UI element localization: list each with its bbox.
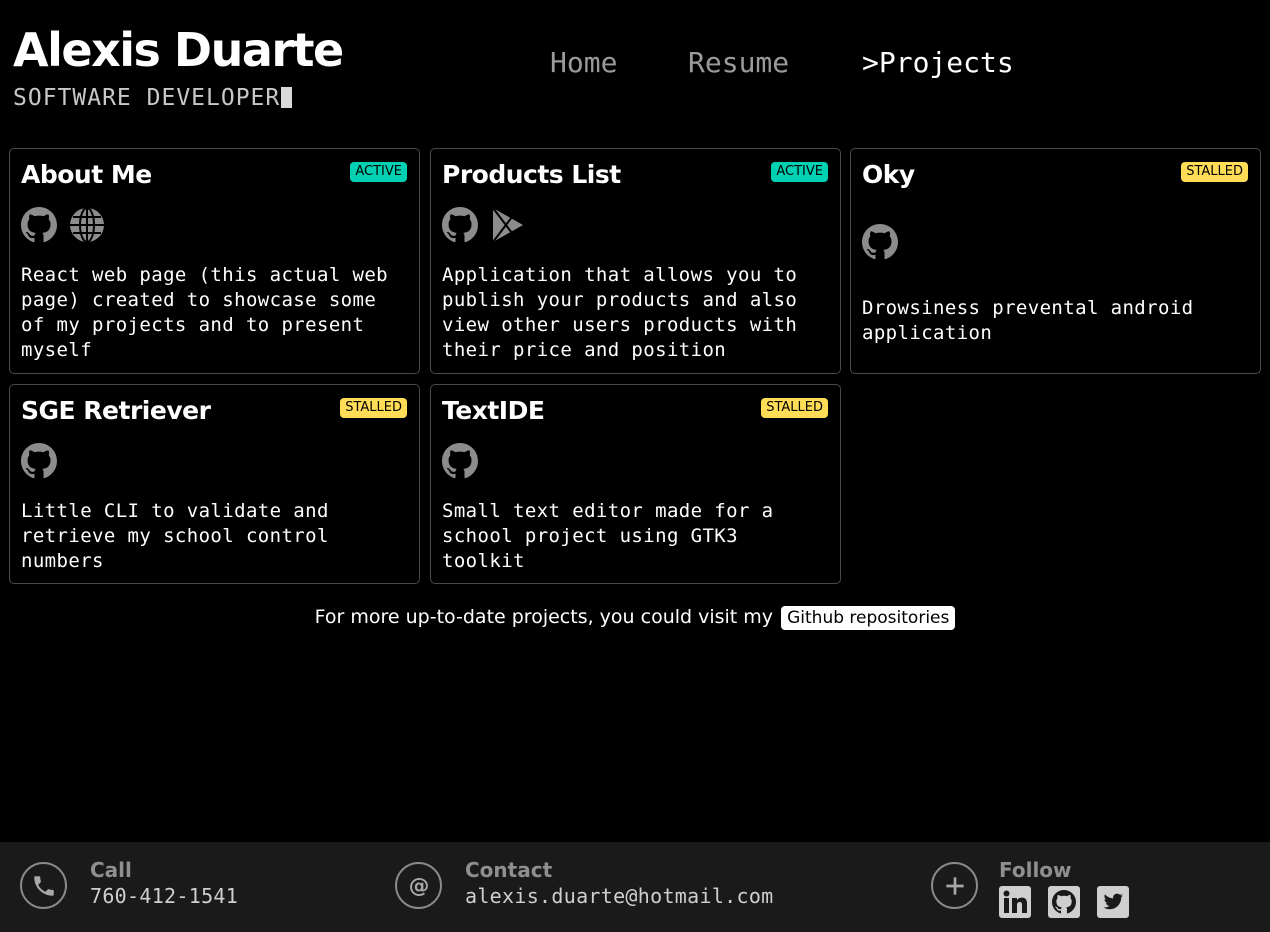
email-address[interactable]: alexis.duarte@hotmail.com <box>465 883 774 909</box>
github-icon[interactable] <box>21 207 57 243</box>
social-links <box>999 886 1129 918</box>
at-icon: @ <box>395 862 442 909</box>
project-links <box>442 443 478 479</box>
brand-role: SOFTWARE DEVELOPER <box>13 84 293 112</box>
project-links <box>442 207 526 243</box>
github-icon[interactable] <box>442 443 478 479</box>
phone-icon <box>20 862 67 909</box>
project-links <box>862 224 898 260</box>
github-repositories-link[interactable]: Github repositories <box>781 606 956 630</box>
project-card: Products List ACTIVE Application that al… <box>430 148 841 374</box>
project-title: Products List <box>442 160 621 189</box>
more-projects-text: For more up-to-date projects, you could … <box>314 606 774 628</box>
status-badge: ACTIVE <box>350 162 407 182</box>
status-badge: STALLED <box>761 398 828 418</box>
more-projects: For more up-to-date projects, you could … <box>0 604 1270 630</box>
github-icon[interactable] <box>862 224 898 260</box>
project-links <box>21 443 57 479</box>
project-card: SGE Retriever STALLED Little CLI to vali… <box>9 384 420 584</box>
project-title: About Me <box>21 160 152 189</box>
status-badge: ACTIVE <box>771 162 828 182</box>
status-badge: STALLED <box>1181 162 1248 182</box>
github-icon[interactable] <box>1048 886 1080 918</box>
project-title: TextIDE <box>442 396 545 425</box>
project-description: Application that allows you to publish y… <box>442 264 798 361</box>
project-description: Small text editor made for a school proj… <box>442 500 774 572</box>
project-description: Drowsiness prevental android application <box>862 297 1194 344</box>
github-icon[interactable] <box>21 443 57 479</box>
brand-name: Alexis Duarte <box>13 23 344 77</box>
project-title: Oky <box>862 160 915 189</box>
nav-home[interactable]: Home <box>550 45 688 81</box>
project-title: SGE Retriever <box>21 396 211 425</box>
twitter-icon[interactable] <box>1097 886 1129 918</box>
status-badge: STALLED <box>340 398 407 418</box>
contact-label: Contact <box>465 858 553 882</box>
nav-resume[interactable]: Resume <box>688 45 862 81</box>
project-card: About Me ACTIVE React web page (this act… <box>9 148 420 374</box>
footer: Call 760-412-1541 @ Contact alexis.duart… <box>0 842 1270 932</box>
linkedin-icon[interactable] <box>999 886 1031 918</box>
google-play-icon[interactable] <box>490 207 526 243</box>
call-label: Call <box>90 858 132 882</box>
phone-number[interactable]: 760-412-1541 <box>90 883 238 909</box>
project-links <box>21 207 105 243</box>
github-icon[interactable] <box>442 207 478 243</box>
nav-projects[interactable]: >Projects <box>862 45 1014 81</box>
project-description: Little CLI to validate and retrieve my s… <box>21 500 329 572</box>
svg-text:@: @ <box>408 873 429 897</box>
globe-icon[interactable] <box>69 207 105 243</box>
project-card: TextIDE STALLED Small text editor made f… <box>430 384 841 584</box>
follow-label: Follow <box>999 858 1072 882</box>
project-card: Oky STALLED Drowsiness prevental android… <box>850 148 1261 374</box>
header: Alexis Duarte SOFTWARE DEVELOPER Home Re… <box>0 0 1270 140</box>
cursor-block <box>281 87 293 108</box>
project-description: React web page (this actual web page) cr… <box>21 264 389 361</box>
main-nav: Home Resume >Projects <box>550 45 1014 81</box>
brand-role-text: SOFTWARE DEVELOPER <box>13 85 281 111</box>
plus-icon <box>931 862 978 909</box>
